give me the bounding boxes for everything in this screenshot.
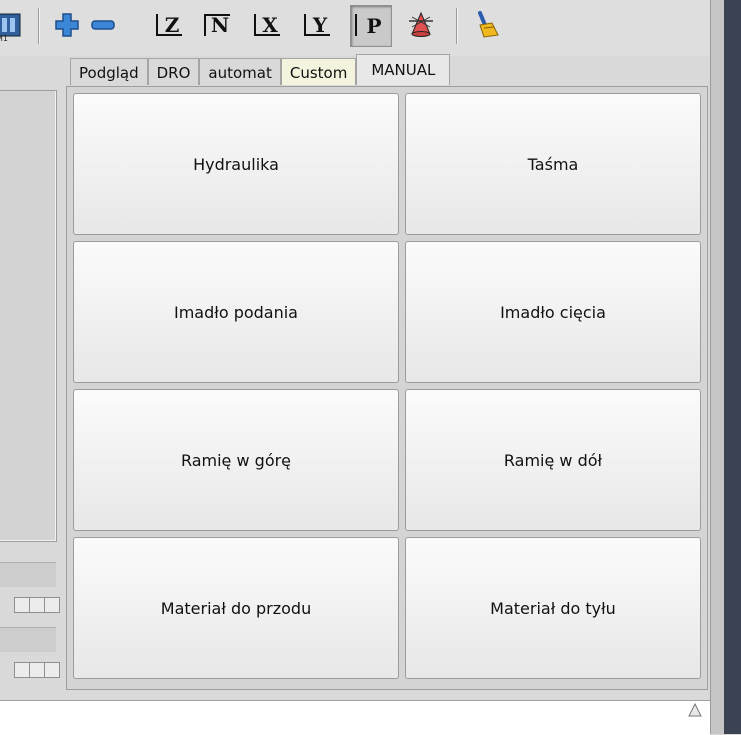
right-divider xyxy=(710,0,725,734)
material-back-button[interactable]: Materiał do tyłu xyxy=(405,537,701,679)
left-slider-button[interactable] xyxy=(14,597,30,613)
window-edge xyxy=(724,0,741,734)
view-p-icon[interactable]: P xyxy=(350,5,392,47)
toolbar-separator xyxy=(38,8,40,44)
tab-dro[interactable]: DRO xyxy=(147,58,200,85)
partial-tool-icon[interactable]: M1 xyxy=(0,8,28,43)
left-slider-track xyxy=(0,562,56,587)
view-z-icon[interactable]: Z xyxy=(152,8,186,42)
clear-live-plot-icon[interactable] xyxy=(470,8,504,42)
arm-down-button[interactable]: Ramię w dół xyxy=(405,389,701,531)
view-z-rotated-icon[interactable]: N xyxy=(200,8,234,42)
tab-podglad[interactable]: Podgląd xyxy=(70,58,148,85)
view-n-label: N xyxy=(210,13,230,37)
arm-up-button[interactable]: Ramię w górę xyxy=(73,389,399,531)
left-panel xyxy=(0,90,57,542)
partial-tool-label: M1 xyxy=(0,34,8,43)
left-slider-button[interactable] xyxy=(29,662,45,678)
zoom-in-icon[interactable] xyxy=(50,8,84,42)
hydraulics-button[interactable]: Hydraulika xyxy=(73,93,399,235)
cut-vise-button[interactable]: Imadło cięcia xyxy=(405,241,701,383)
tab-automat[interactable]: automat xyxy=(199,58,281,85)
left-slider-button[interactable] xyxy=(44,597,60,613)
tab-bar: Podgląd DRO automat Custom MANUAL xyxy=(70,54,451,86)
material-forward-button[interactable]: Materiał do przodu xyxy=(73,537,399,679)
tab-custom[interactable]: Custom xyxy=(280,58,357,85)
toolbar-separator xyxy=(456,8,458,44)
left-slider-button[interactable] xyxy=(44,662,60,678)
left-slider-button[interactable] xyxy=(29,597,45,613)
conveyor-button[interactable]: Taśma xyxy=(405,93,701,235)
view-y-icon[interactable]: Y xyxy=(300,8,334,42)
manual-button-grid: Hydraulika Taśma Imadło podania Imadło c… xyxy=(73,93,701,679)
clear-plot-icon[interactable] xyxy=(404,8,438,42)
view-p-label: P xyxy=(366,14,382,38)
view-x-icon[interactable]: X xyxy=(250,8,284,42)
message-area[interactable] xyxy=(0,700,710,735)
scroll-up-icon[interactable] xyxy=(688,702,702,718)
left-slider-button[interactable] xyxy=(14,662,30,678)
toolbar: M1 Z N X Y P xyxy=(0,0,710,56)
tab-manual[interactable]: MANUAL xyxy=(356,54,451,85)
zoom-out-icon[interactable] xyxy=(86,8,120,42)
manual-panel: Hydraulika Taśma Imadło podania Imadło c… xyxy=(66,86,708,690)
feed-vise-button[interactable]: Imadło podania xyxy=(73,241,399,383)
left-slider-track xyxy=(0,627,56,652)
